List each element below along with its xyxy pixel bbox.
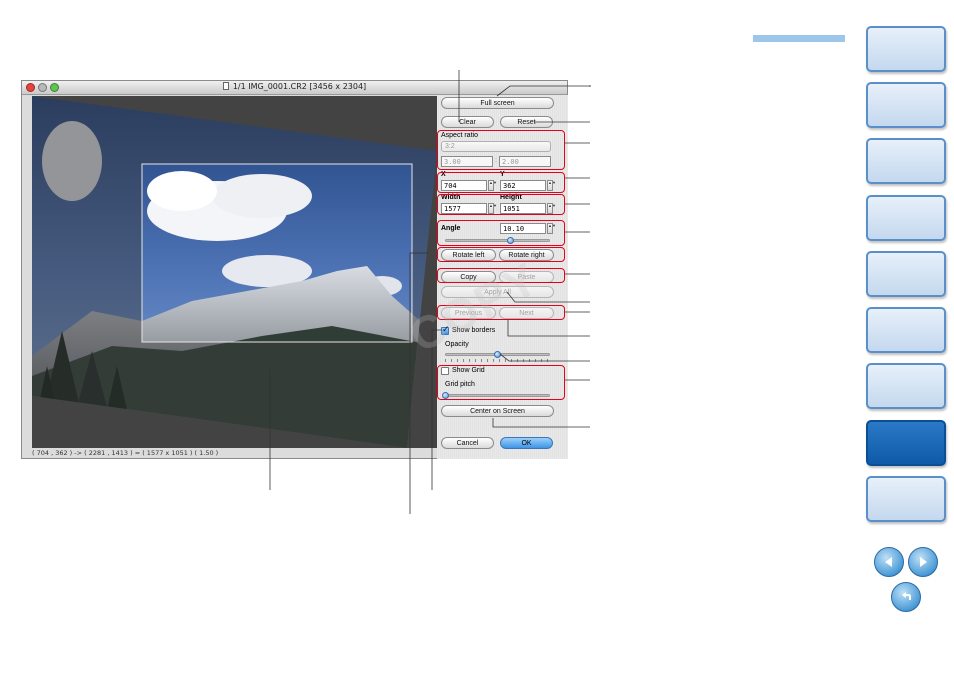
side-tab-5[interactable] — [866, 251, 946, 297]
next-page-button[interactable] — [908, 547, 938, 577]
height-stepper[interactable]: ▲▼ — [547, 203, 556, 214]
rotate-left-button[interactable]: Rotate left — [441, 249, 496, 261]
cancel-button[interactable]: Cancel — [441, 437, 494, 449]
arrow-left-icon — [885, 557, 892, 567]
ratio-separator: : — [495, 157, 497, 164]
angle-label: Angle — [441, 225, 461, 232]
height-label: Height — [500, 194, 522, 201]
side-tab-7[interactable] — [866, 363, 946, 409]
arrow-right-icon — [920, 557, 927, 567]
title-bar: 1/1 IMG_0001.CR2 [3456 x 2304] — [22, 81, 567, 95]
y-stepper[interactable]: ▲▼ — [547, 180, 556, 191]
angle-stepper[interactable]: ▲▼ — [547, 223, 556, 234]
document-icon — [222, 82, 229, 90]
show-grid-checkbox[interactable] — [441, 367, 449, 375]
window-title: 1/1 IMG_0001.CR2 [3456 x 2304] — [232, 82, 367, 91]
angle-field[interactable]: 10.10 — [500, 223, 546, 234]
center-on-screen-button[interactable]: Center on Screen — [441, 405, 554, 417]
angle-slider-track[interactable] — [445, 239, 550, 242]
aspect-ratio-height-field[interactable]: 2.00 — [499, 156, 551, 167]
width-field[interactable]: 1577 — [441, 203, 487, 214]
return-button[interactable] — [891, 582, 921, 612]
height-field[interactable]: 1051 — [500, 203, 546, 214]
opacity-ticks — [445, 359, 550, 362]
y-field[interactable]: 362 — [500, 180, 546, 191]
side-tab-9[interactable] — [866, 476, 946, 522]
opacity-slider-knob[interactable] — [494, 351, 501, 358]
ok-button[interactable]: OK — [500, 437, 553, 449]
angle-slider-knob[interactable] — [506, 237, 514, 244]
side-tab-6[interactable] — [866, 307, 946, 353]
return-icon — [902, 592, 911, 600]
grid-pitch-slider-knob[interactable] — [441, 392, 449, 399]
aspect-ratio-label: Aspect ratio — [441, 132, 478, 139]
side-tab-3[interactable] — [866, 138, 946, 184]
image-canvas[interactable] — [32, 96, 437, 448]
x-label: X — [441, 171, 446, 178]
reset-button[interactable]: Reset — [500, 116, 553, 128]
width-label: Width — [441, 194, 461, 201]
show-grid-label: Show Grid — [452, 367, 485, 374]
aspect-ratio-width-field[interactable]: 3.00 — [441, 156, 493, 167]
side-tab-8-active[interactable] — [866, 420, 946, 466]
header-accent-bar — [753, 35, 845, 42]
x-stepper[interactable]: ▲▼ — [488, 180, 497, 191]
aspect-ratio-select[interactable]: 3:2 — [441, 141, 551, 152]
y-label: Y — [500, 171, 505, 178]
x-field[interactable]: 704 — [441, 180, 487, 191]
grid-pitch-slider-track[interactable] — [445, 394, 550, 397]
side-tab-2[interactable] — [866, 82, 946, 128]
clear-button[interactable]: Clear — [441, 116, 494, 128]
side-tab-1[interactable] — [866, 26, 946, 72]
width-stepper[interactable]: ▲▼ — [488, 203, 497, 214]
grid-pitch-label: Grid pitch — [445, 381, 475, 388]
coordinate-readout: ( 704 , 362 ) -> ( 2281 , 1413 ) = ( 157… — [32, 449, 219, 457]
full-screen-button[interactable]: Full screen — [441, 97, 554, 109]
previous-page-button[interactable] — [874, 547, 904, 577]
side-tab-4[interactable] — [866, 195, 946, 241]
